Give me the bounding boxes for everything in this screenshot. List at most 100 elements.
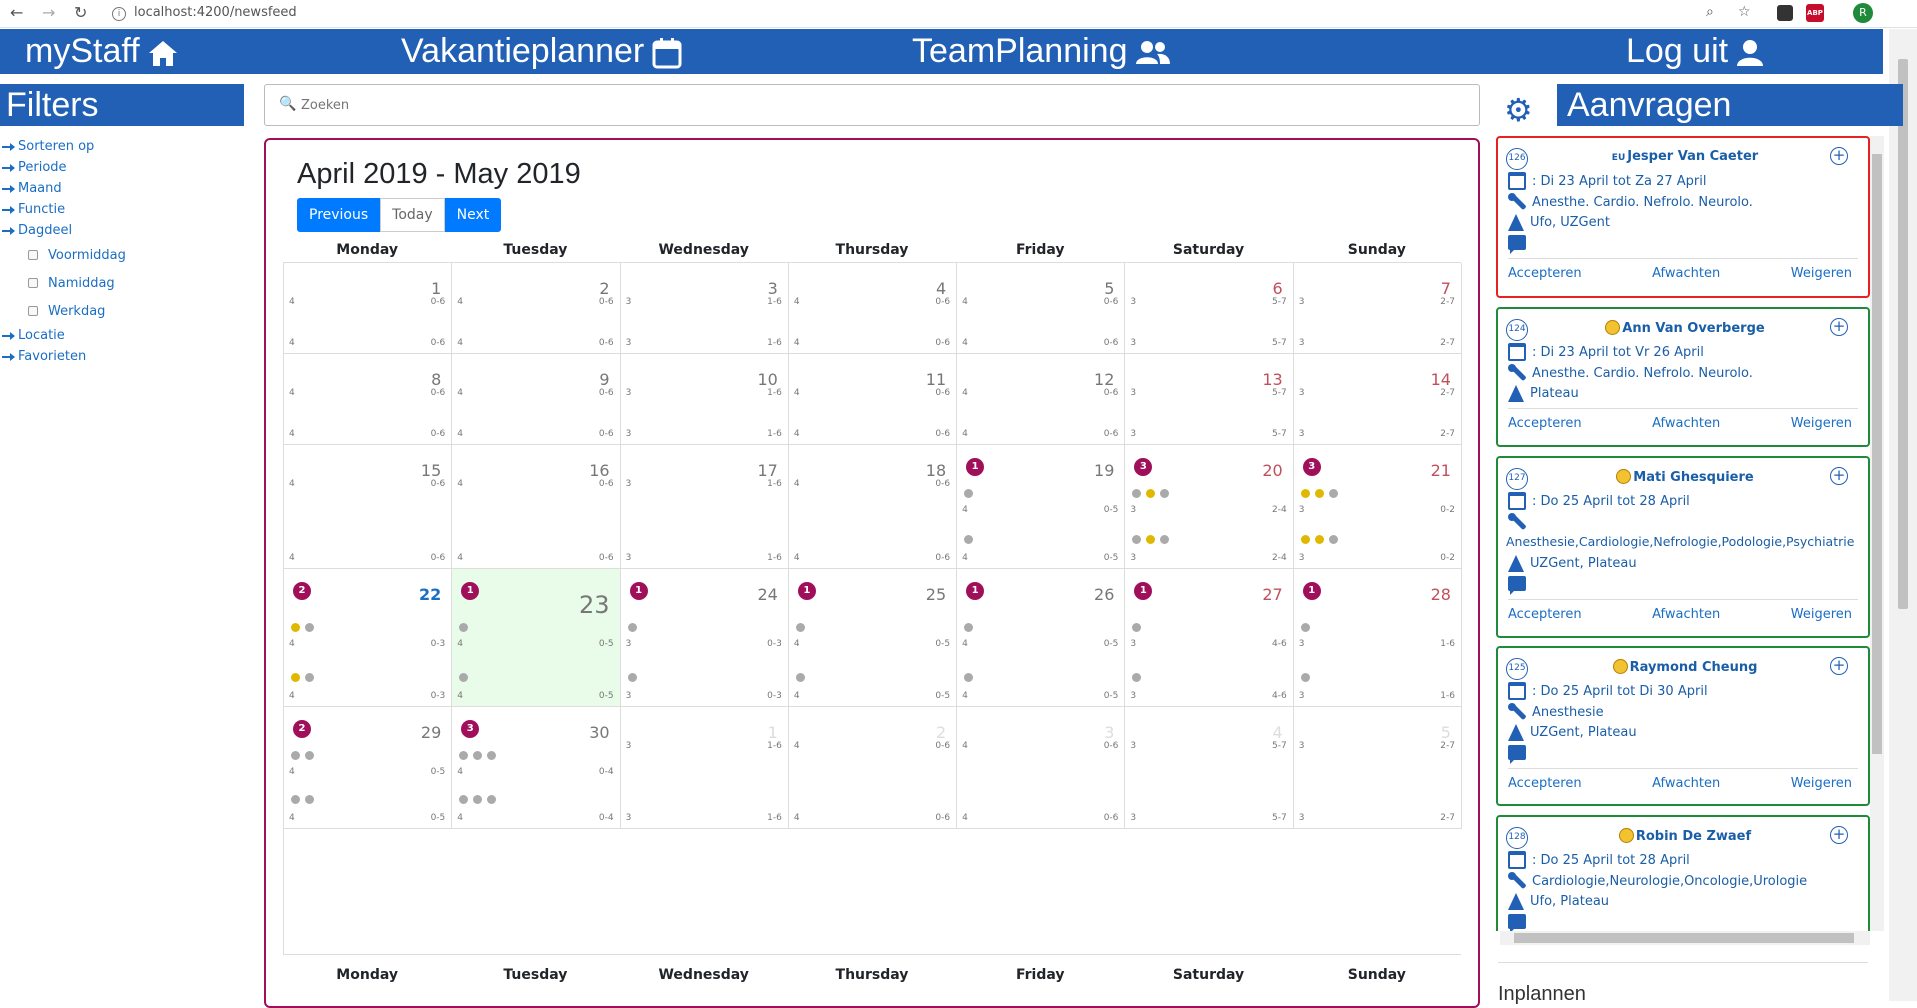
- profile-avatar[interactable]: R: [1853, 3, 1873, 23]
- wait-button[interactable]: Afwachten: [1652, 776, 1720, 791]
- day-cell[interactable]: 5 4 0-6 4 0-6: [957, 263, 1126, 353]
- next-button[interactable]: Next: [444, 198, 502, 232]
- page-scrollbar-thumb[interactable]: [1898, 59, 1908, 609]
- requests-hscrollbar[interactable]: [1500, 931, 1870, 945]
- page-scrollbar[interactable]: [1889, 29, 1917, 1001]
- filter-favorieten[interactable]: Favorieten: [0, 346, 244, 367]
- day-cell[interactable]: 5 3 2-7 3 2-7: [1294, 707, 1462, 828]
- day-cell[interactable]: 2 4 0-6 4 0-6: [452, 263, 621, 353]
- day-cell[interactable]: 6 3 5-7 3 5-7: [1125, 263, 1294, 353]
- location-text: Plateau: [1530, 386, 1579, 401]
- refuse-button[interactable]: Weigeren: [1791, 776, 1852, 791]
- extension-icon[interactable]: [1777, 5, 1793, 21]
- day-cell[interactable]: 17 3 1-6 3 1-6: [621, 445, 789, 568]
- day-cell[interactable]: 25 1 4 0-5 4 0-5: [789, 569, 958, 706]
- filter-dagdeel[interactable]: Dagdeel: [0, 220, 244, 241]
- refuse-button[interactable]: Weigeren: [1791, 416, 1852, 431]
- comment-icon[interactable]: [1508, 745, 1526, 764]
- requests-scrollbar-thumb[interactable]: [1872, 154, 1882, 754]
- comment-icon[interactable]: [1508, 914, 1526, 931]
- day-cell[interactable]: 2 4 0-6 4 0-6: [789, 707, 958, 828]
- day-cell[interactable]: 14 3 2-7 3 2-7: [1294, 354, 1462, 444]
- day-cell[interactable]: 16 4 0-6 4 0-6: [452, 445, 621, 568]
- emoji-icon: [1618, 828, 1634, 843]
- address-bar[interactable]: i localhost:4200/newsfeed: [112, 5, 297, 21]
- nav-loguit[interactable]: Log uit: [1626, 32, 1764, 71]
- day-cell[interactable]: 24 1 3 0-3 3 0-3: [621, 569, 789, 706]
- checkbox[interactable]: [28, 250, 38, 260]
- accept-button[interactable]: Accepteren: [1508, 776, 1582, 791]
- checkbox[interactable]: [28, 306, 38, 316]
- previous-button[interactable]: Previous: [297, 198, 381, 232]
- filter-locatie[interactable]: Locatie: [0, 325, 244, 346]
- day-cell[interactable]: 22 2 4 0-3 4 0-3: [284, 569, 453, 706]
- back-icon[interactable]: ←: [10, 3, 23, 22]
- expand-plus-icon[interactable]: +: [1830, 467, 1848, 485]
- day-cell[interactable]: 29 2 4 0-5 4 0-5: [284, 707, 453, 828]
- day-cell[interactable]: 11 4 0-6 4 0-6: [789, 354, 958, 444]
- forward-icon[interactable]: →: [42, 3, 55, 22]
- day-cell[interactable]: 26 1 4 0-5 4 0-5: [957, 569, 1126, 706]
- accept-button[interactable]: Accepteren: [1508, 607, 1582, 622]
- nav-mystaff[interactable]: myStaff: [25, 32, 178, 71]
- nav-vakantieplanner[interactable]: Vakantieplanner: [401, 32, 682, 71]
- filter-sorteren[interactable]: Sorteren op: [0, 136, 244, 157]
- filter-periode[interactable]: Periode: [0, 157, 244, 178]
- refuse-button[interactable]: Weigeren: [1791, 607, 1852, 622]
- day-cell[interactable]: 27 1 3 4-6 3 4-6: [1125, 569, 1294, 706]
- nav-teamplanning[interactable]: TeamPlanning: [912, 32, 1171, 71]
- staff-range: 5-7: [1271, 388, 1287, 398]
- gear-icon[interactable]: ⚙: [1504, 91, 1533, 129]
- day-cell[interactable]: 23 1 4 0-5 4 0-5: [452, 569, 621, 706]
- accept-button[interactable]: Accepteren: [1508, 416, 1582, 431]
- info-icon[interactable]: i: [112, 7, 126, 21]
- comment-icon[interactable]: [1508, 576, 1526, 595]
- filter-voormiddag[interactable]: Voormiddag: [0, 241, 244, 269]
- filter-namiddag[interactable]: Namiddag: [0, 269, 244, 297]
- day-cell[interactable]: 12 4 0-6 4 0-6: [957, 354, 1126, 444]
- day-cell[interactable]: 9 4 0-6 4 0-6: [452, 354, 621, 444]
- day-cell[interactable]: 8 4 0-6 4 0-6: [284, 354, 453, 444]
- day-cell[interactable]: 7 3 2-7 3 2-7: [1294, 263, 1462, 353]
- refuse-button[interactable]: Weigeren: [1791, 266, 1852, 281]
- status-dots: [1132, 535, 1170, 544]
- day-cell[interactable]: 30 3 4 0-4 4 0-4: [452, 707, 621, 828]
- day-cell[interactable]: 3 4 0-6 4 0-6: [957, 707, 1126, 828]
- checkbox[interactable]: [28, 278, 38, 288]
- day-cell[interactable]: 21 3 3 0-2 3 0-2: [1294, 445, 1462, 568]
- expand-plus-icon[interactable]: +: [1830, 657, 1848, 675]
- adblock-icon[interactable]: ABP: [1806, 4, 1824, 22]
- filter-maand[interactable]: Maand: [0, 178, 244, 199]
- day-cell[interactable]: 20 3 3 2-4 3 2-4: [1125, 445, 1294, 568]
- wait-button[interactable]: Afwachten: [1652, 266, 1720, 281]
- wait-button[interactable]: Afwachten: [1652, 607, 1720, 622]
- day-cell[interactable]: 28 1 3 1-6 3 1-6: [1294, 569, 1462, 706]
- reload-icon[interactable]: ↻: [74, 3, 87, 22]
- wait-button[interactable]: Afwachten: [1652, 416, 1720, 431]
- day-cell[interactable]: 1 4 0-6 4 0-6: [284, 263, 453, 353]
- expand-plus-icon[interactable]: +: [1830, 318, 1848, 336]
- day-cell[interactable]: 19 1 4 0-5 4 0-5: [957, 445, 1126, 568]
- expand-plus-icon[interactable]: +: [1830, 147, 1848, 165]
- requests-hscrollbar-thumb[interactable]: [1514, 933, 1854, 943]
- day-cell[interactable]: 4 4 0-6 4 0-6: [789, 263, 958, 353]
- accept-button[interactable]: Accepteren: [1508, 266, 1582, 281]
- today-button[interactable]: Today: [380, 198, 445, 232]
- comment-icon[interactable]: [1508, 235, 1526, 254]
- bookmark-star-icon[interactable]: ☆: [1738, 4, 1751, 20]
- expand-plus-icon[interactable]: +: [1830, 826, 1848, 844]
- day-cell[interactable]: 10 3 1-6 3 1-6: [621, 354, 789, 444]
- day-cell[interactable]: 15 4 0-6 4 0-6: [284, 445, 453, 568]
- day-cell[interactable]: 3 3 1-6 3 1-6: [621, 263, 789, 353]
- day-cell[interactable]: 18 4 0-6 4 0-6: [789, 445, 958, 568]
- day-cell[interactable]: 1 3 1-6 3 1-6: [621, 707, 789, 828]
- day-cell[interactable]: 13 3 5-7 3 5-7: [1125, 354, 1294, 444]
- filter-werkdag[interactable]: Werkdag: [0, 297, 244, 325]
- top-navbar: myStaff Vakantieplanner TeamPlanning Log…: [0, 29, 1883, 74]
- day-cell[interactable]: 4 3 5-7 3 5-7: [1125, 707, 1294, 828]
- zoom-icon[interactable]: ⌕: [1706, 4, 1714, 20]
- filter-functie[interactable]: Functie: [0, 199, 244, 220]
- search-input[interactable]: [301, 95, 1401, 115]
- staff-range: 0-6: [1103, 388, 1119, 398]
- requests-scrollbar[interactable]: [1870, 136, 1884, 931]
